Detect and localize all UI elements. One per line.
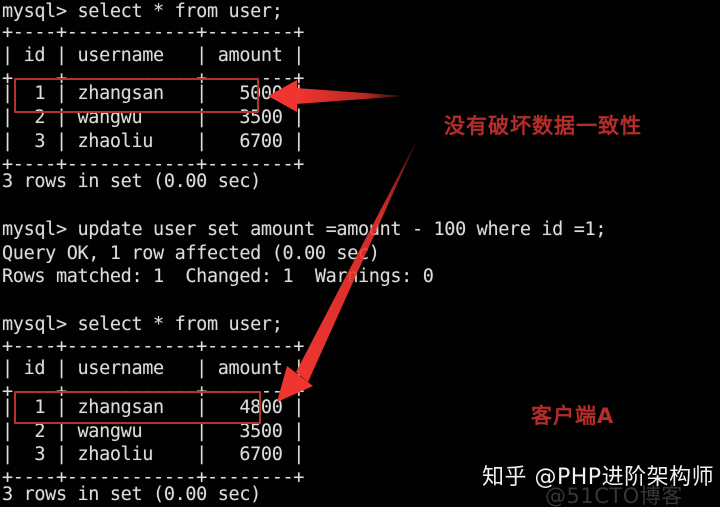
terminal-line-row-zhaoliu: | 3 | zhaoliu | 6700 | [2,444,305,465]
terminal-line-row-zhaoliu: | 3 | zhaoliu | 6700 | [2,131,305,152]
terminal-line-update-command: mysql> update user set amount =amount - … [2,219,607,240]
terminal-line-table-header: | id | username | amount | [2,45,305,66]
terminal-line-select-2: mysql> select * from user; [2,314,283,335]
highlight-box-zhangsan-after [14,391,261,424]
watermark-51cto: @51CTO博客 [545,484,683,507]
terminal-line-table-border: +----+------------+--------+ [2,336,305,357]
terminal-output: mysql> select * from user; +----+-------… [0,0,720,507]
terminal-line-rows-in-set: 3 rows in set (0.00 sec) [2,484,261,505]
terminal-screenshot: mysql> select * from user; +----+-------… [0,0,720,507]
terminal-line-table-header: | id | username | amount | [2,358,305,379]
terminal-line-rows-in-set: 3 rows in set (0.00 sec) [2,171,261,192]
terminal-line-table-border: +----+------------+--------+ [2,22,305,43]
terminal-line-query-ok: Query OK, 1 row affected (0.00 sec) [2,243,380,264]
annotation-client-a: 客户端A [531,404,615,428]
highlight-box-zhangsan-before [14,78,259,113]
terminal-line-rows-matched: Rows matched: 1 Changed: 1 Warnings: 0 [2,266,434,287]
annotation-data-consistency: 没有破坏数据一致性 [444,114,642,138]
